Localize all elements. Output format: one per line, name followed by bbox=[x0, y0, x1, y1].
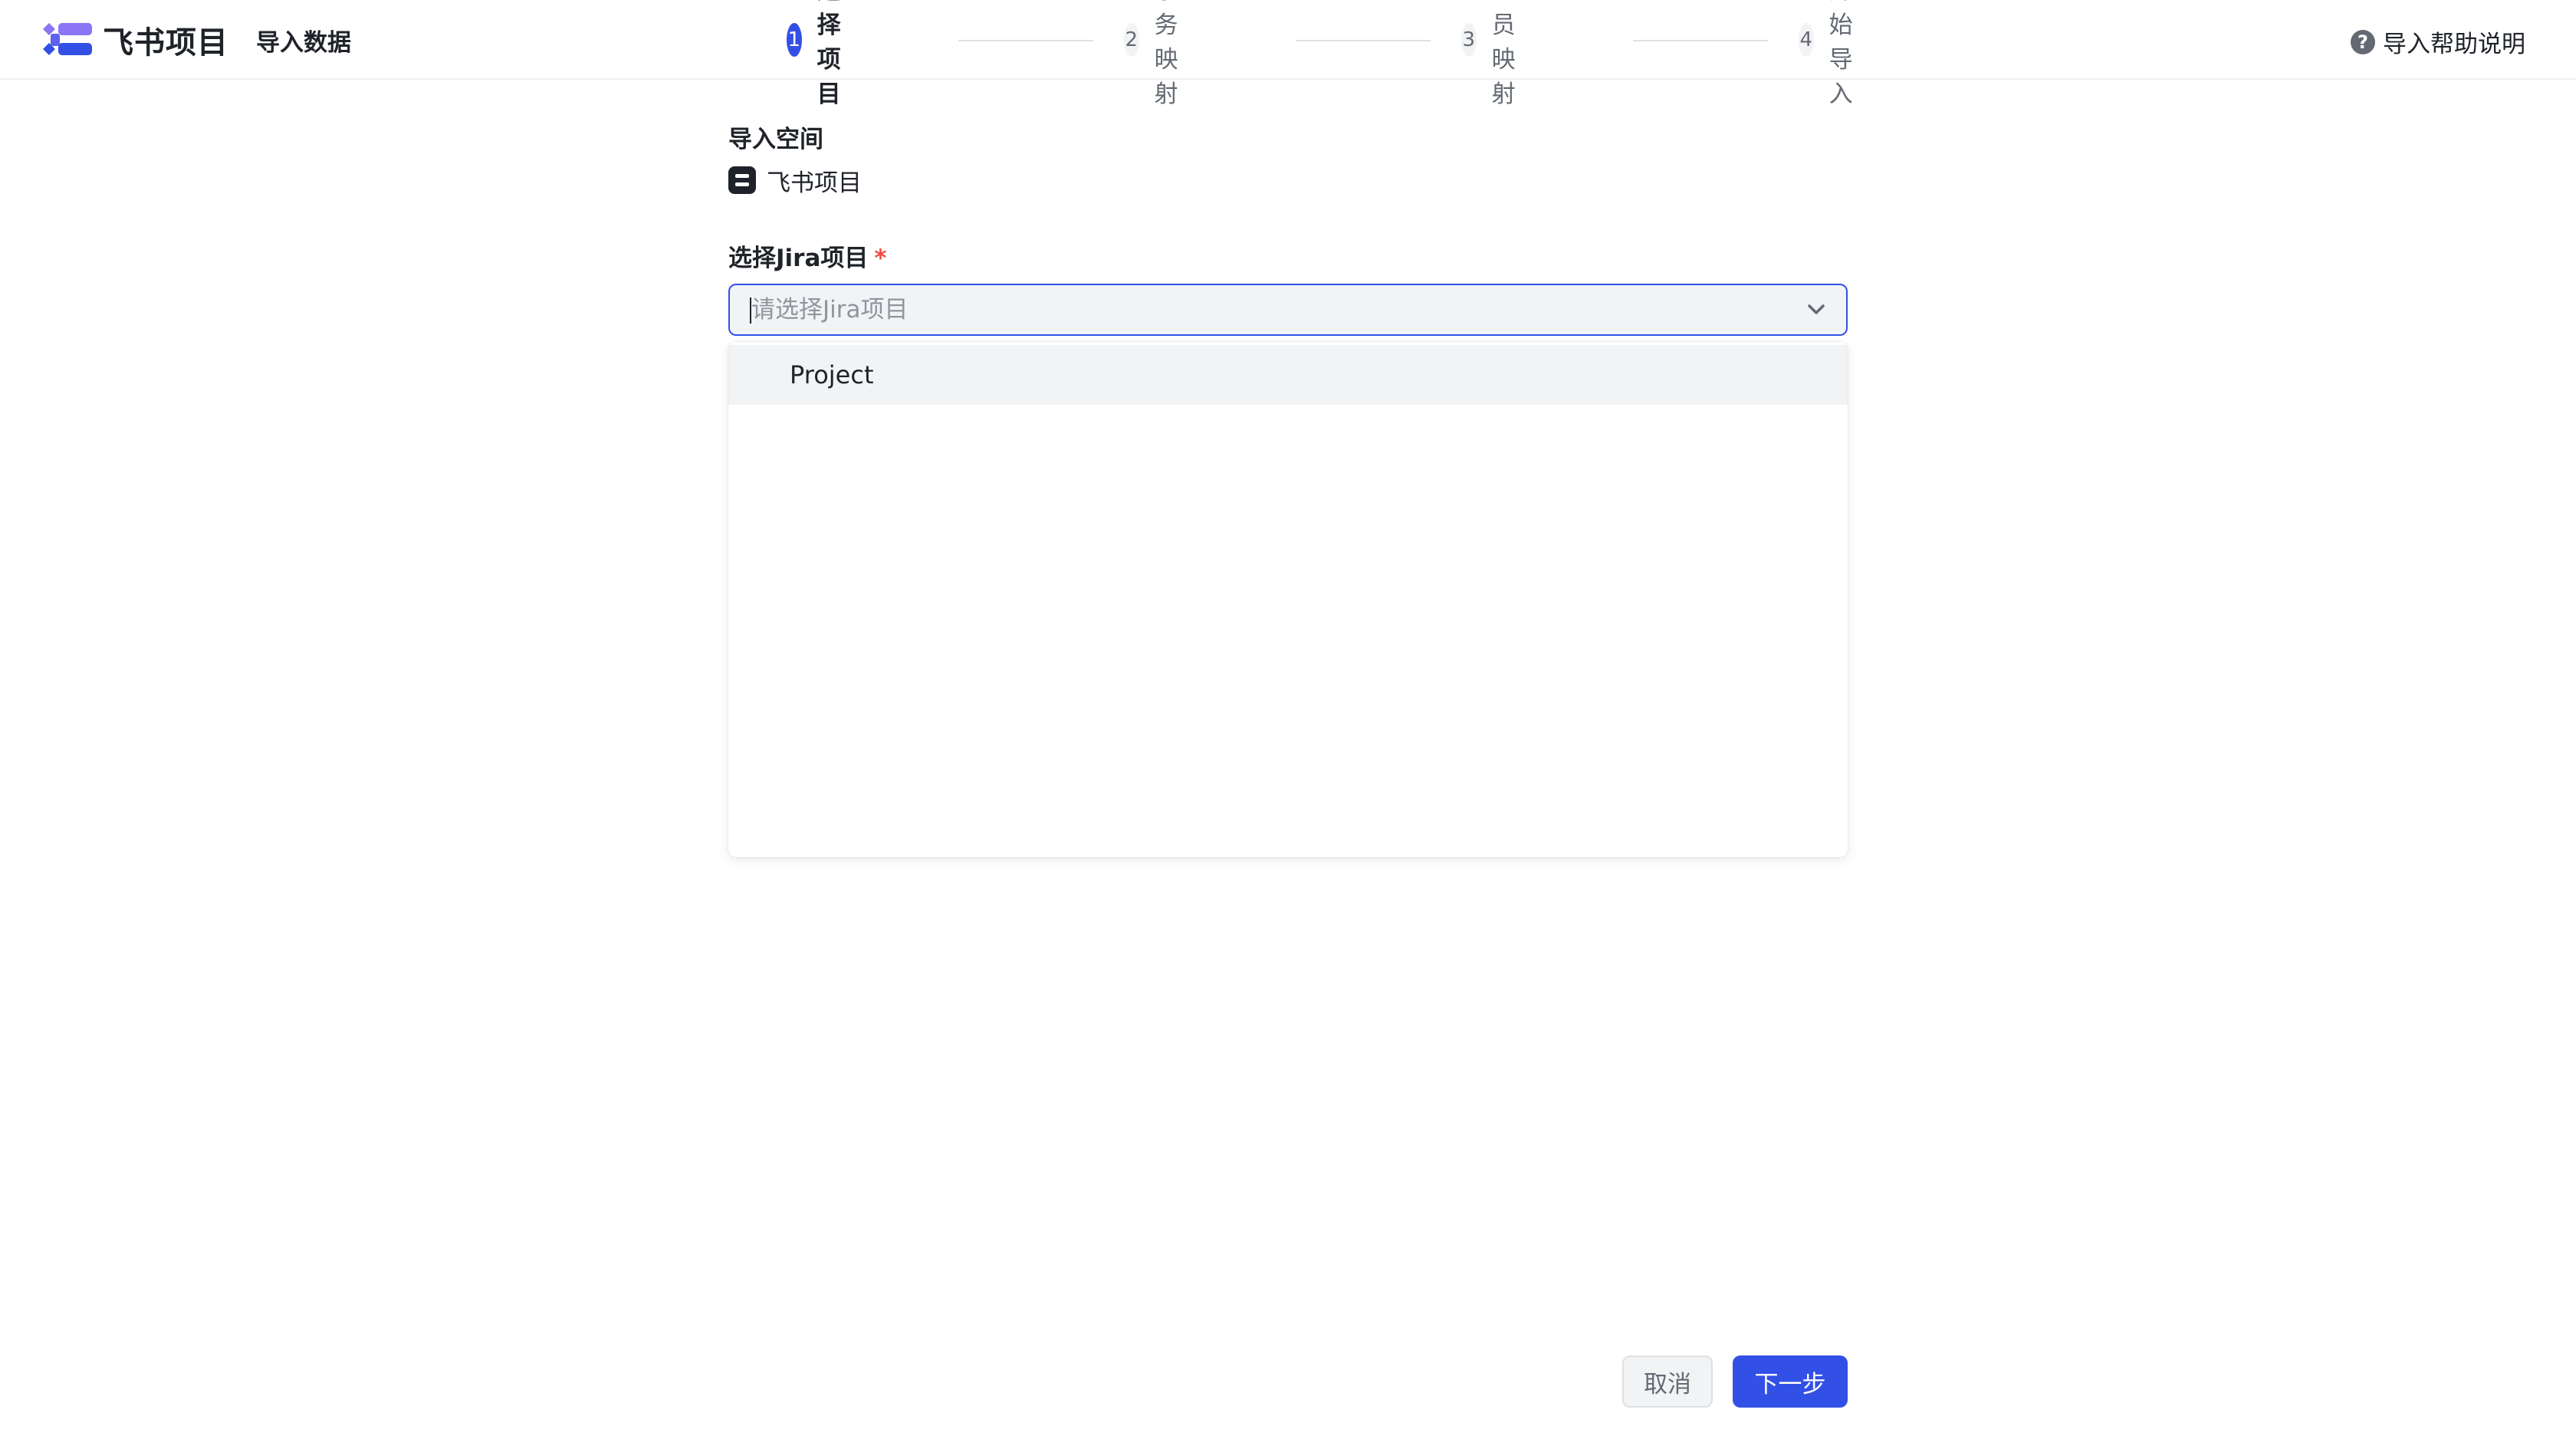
step-1: 1 选择项目 bbox=[787, 0, 859, 108]
space-value: 飞书项目 bbox=[728, 165, 1848, 197]
app-name: 飞书项目 bbox=[103, 25, 228, 61]
step-connector bbox=[958, 40, 1093, 41]
step-label: 事务映射 bbox=[1154, 0, 1178, 108]
cancel-button[interactable]: 取消 bbox=[1622, 1355, 1713, 1408]
space-name: 飞书项目 bbox=[767, 169, 862, 197]
step-label: 选择项目 bbox=[816, 0, 841, 108]
jira-project-dropdown: Project bbox=[728, 342, 1848, 857]
page-title: 导入数据 bbox=[256, 29, 351, 57]
jira-project-label: 选择Jira项目 * bbox=[728, 238, 1848, 273]
step-3: 3 人员映射 bbox=[1461, 0, 1534, 108]
step-label: 人员映射 bbox=[1491, 0, 1516, 108]
step-number: 1 bbox=[787, 23, 802, 57]
step-connector bbox=[1633, 40, 1768, 41]
step-4: 4 开始导入 bbox=[1799, 0, 1871, 108]
top-bar: 飞书项目 导入数据 1 选择项目 2 事务映射 3 人员映射 4 开始导入 ? … bbox=[0, 0, 2576, 108]
next-button[interactable]: 下一步 bbox=[1733, 1355, 1848, 1408]
space-icon bbox=[728, 166, 756, 194]
step-number: 2 bbox=[1124, 23, 1139, 57]
jira-project-select-placeholder: 请选择Jira项目 bbox=[751, 296, 909, 324]
step-2: 2 事务映射 bbox=[1124, 0, 1197, 108]
dropdown-option[interactable]: Project bbox=[728, 345, 1848, 405]
jira-project-select[interactable]: 请选择Jira项目 bbox=[728, 284, 1848, 336]
feishu-project-logo-icon bbox=[43, 20, 94, 60]
step-label: 开始导入 bbox=[1829, 0, 1853, 108]
chevron-down-icon[interactable] bbox=[1805, 301, 1828, 319]
question-circle-icon: ? bbox=[2351, 29, 2375, 54]
brand[interactable]: 飞书项目 bbox=[43, 20, 228, 61]
jira-project-label-text: 选择Jira项目 bbox=[728, 245, 869, 272]
step-connector bbox=[1296, 40, 1431, 41]
step-number: 4 bbox=[1799, 23, 1814, 57]
space-label: 导入空间 bbox=[728, 126, 823, 153]
help-label: 导入帮助说明 bbox=[2383, 31, 2525, 58]
required-mark: * bbox=[874, 245, 887, 272]
step-number: 3 bbox=[1461, 23, 1477, 57]
help-link[interactable]: ? 导入帮助说明 bbox=[2351, 25, 2525, 59]
import-form: 导入空间 飞书项目 选择Jira项目 * 请选择Jira项目 bbox=[728, 120, 1848, 336]
